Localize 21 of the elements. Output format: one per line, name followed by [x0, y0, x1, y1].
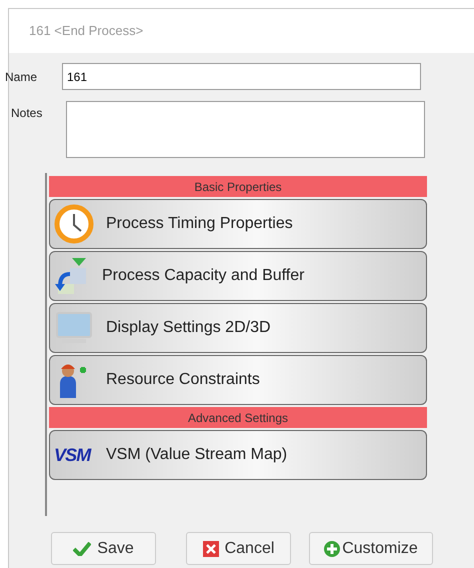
property-button[interactable]: Process Capacity and Buffer [49, 251, 427, 301]
property-button[interactable]: Process Timing Properties [49, 199, 427, 249]
plus-icon [324, 540, 340, 556]
dialog-button[interactable]: Customize [309, 532, 433, 565]
name-field[interactable]: 161 [62, 63, 421, 90]
close-icon [202, 540, 219, 556]
notes-label: Notes [10, 105, 44, 122]
clock-icon [54, 204, 94, 244]
window-title: 161 <End Process> [29, 22, 144, 40]
dialog-button[interactable]: Cancel [186, 532, 291, 565]
property-button[interactable]: Display Settings 2D/3D [49, 303, 427, 353]
notes-field[interactable] [66, 101, 425, 158]
vsm-logo: VSM [54, 446, 92, 464]
name-label: Name [5, 68, 38, 86]
monitor-icon [54, 310, 94, 346]
section-header: Advanced Settings [49, 407, 427, 428]
section-header: Basic Properties [49, 176, 427, 197]
property-button[interactable]: VSM VSM (Value Stream Map) [49, 430, 427, 480]
check-icon [73, 542, 92, 556]
property-button[interactable]: Resource Constraints [49, 355, 427, 405]
dialog-button[interactable]: Save [51, 532, 156, 565]
